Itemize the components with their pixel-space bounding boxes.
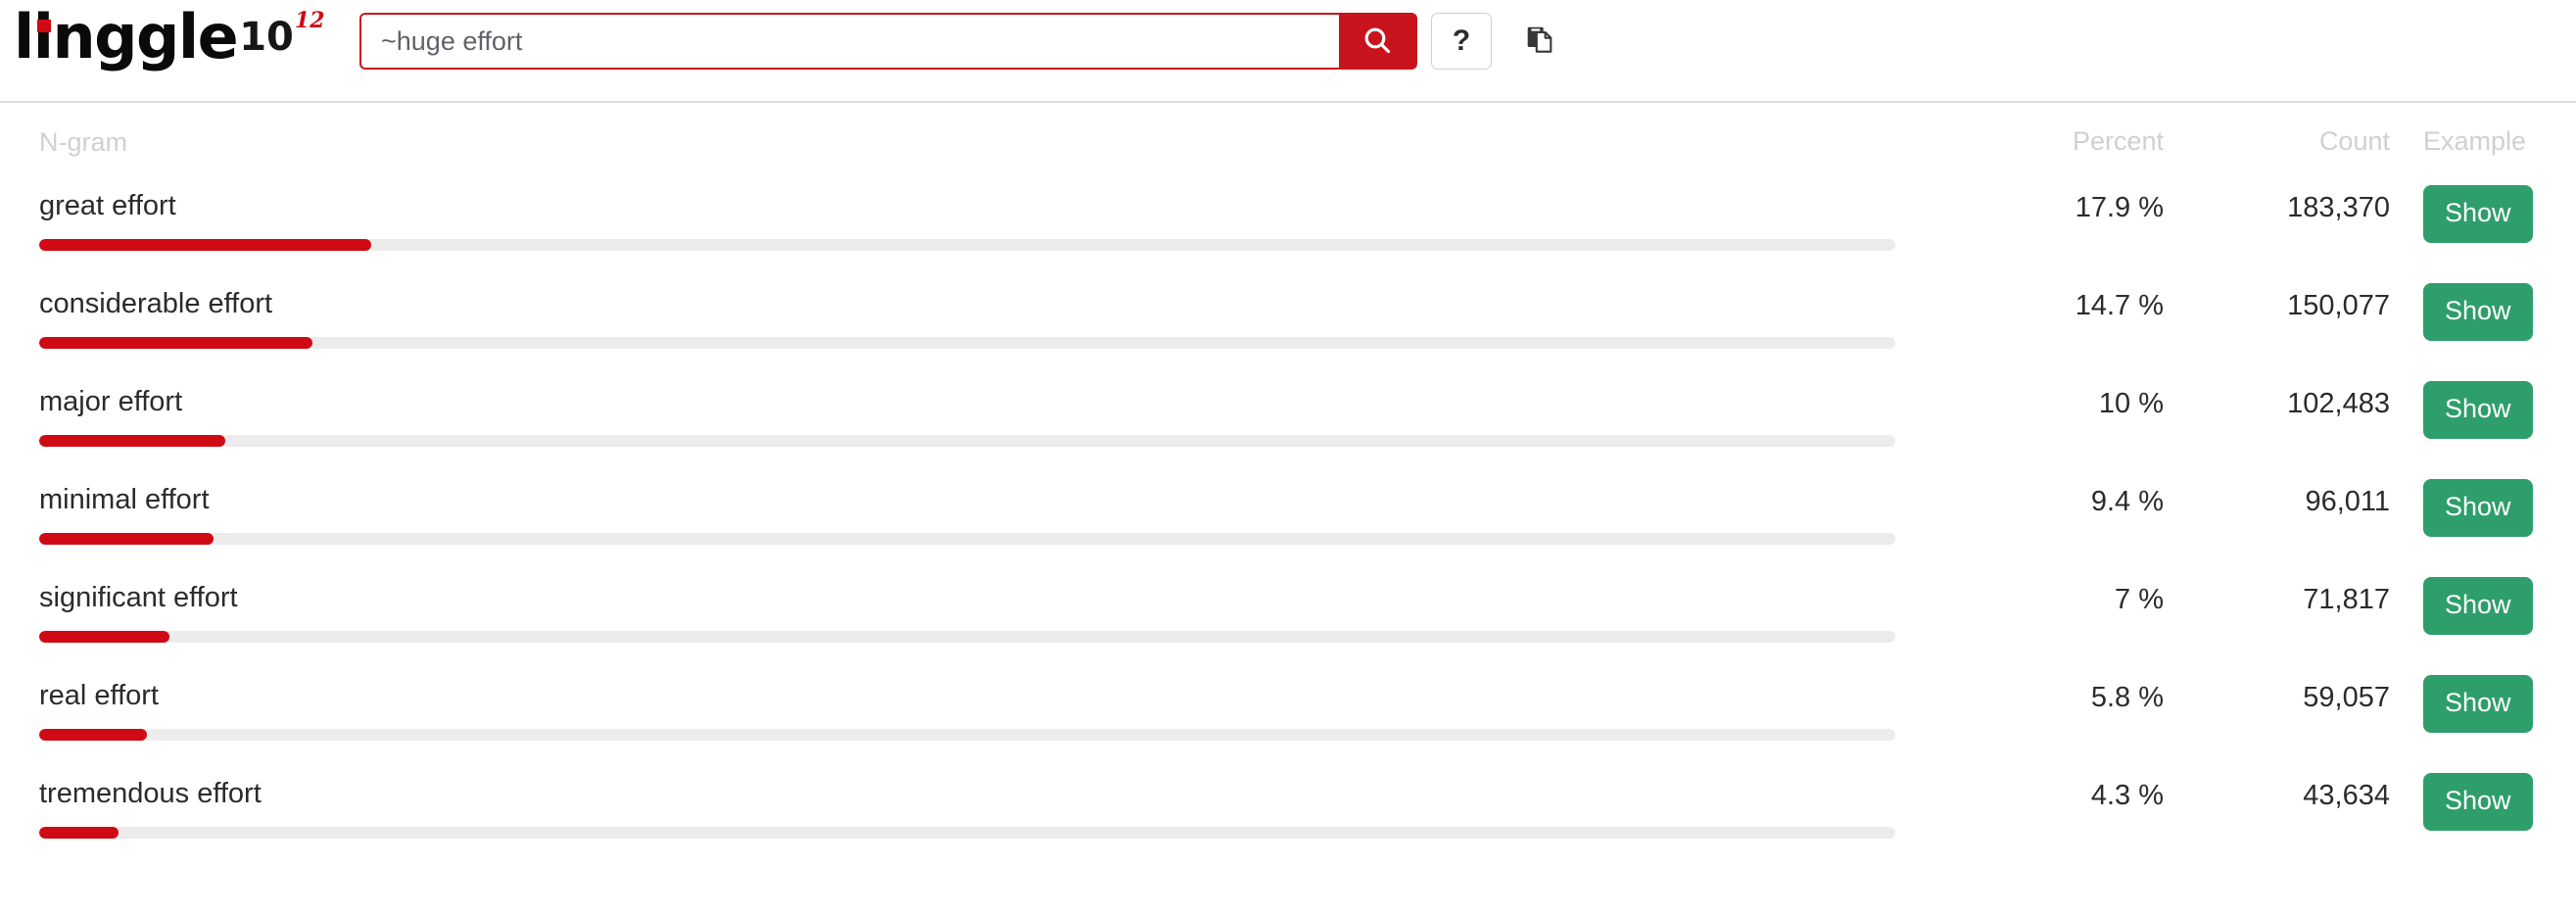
percent-bar-track: [39, 239, 1895, 251]
table-row: minimal effort 9.4 % 96,011 Show: [0, 473, 2576, 571]
copy-button[interactable]: [1513, 13, 1568, 70]
percent-bar-fill: [39, 337, 312, 349]
percent-value: 9.4 %: [2090, 486, 2164, 517]
count-value: 59,057: [2303, 682, 2390, 713]
search-input[interactable]: [359, 13, 1339, 70]
count-value: 96,011: [2305, 486, 2390, 517]
percent-bar-fill: [39, 729, 147, 741]
table-row: great effort 17.9 % 183,370 Show: [0, 179, 2576, 277]
table-row: real effort 5.8 % 59,057 Show: [0, 669, 2576, 767]
percent-bar-fill: [39, 239, 372, 251]
percent-value: 14.7 %: [2075, 290, 2164, 321]
column-header-example: Example: [2423, 125, 2527, 156]
percent-bar-fill: [39, 435, 225, 447]
percent-bar-track: [39, 337, 1895, 349]
show-example-button[interactable]: Show: [2423, 283, 2533, 341]
show-example-button[interactable]: Show: [2423, 577, 2533, 635]
show-example-button[interactable]: Show: [2423, 381, 2533, 439]
column-header-count: Count: [2318, 125, 2390, 156]
help-button[interactable]: ?: [1431, 13, 1492, 70]
percent-value: 10 %: [2098, 388, 2164, 419]
count-value: 71,817: [2303, 584, 2390, 615]
logo-red-dot-icon: [37, 20, 51, 32]
ngram-label: great effort: [39, 190, 176, 221]
percent-value: 4.3 %: [2090, 780, 2164, 811]
count-value: 102,483: [2287, 388, 2390, 419]
show-example-button[interactable]: Show: [2423, 479, 2533, 537]
ngram-label: considerable effort: [39, 288, 273, 319]
count-value: 43,634: [2303, 780, 2390, 811]
column-header-ngram: N-gram: [39, 126, 128, 157]
ngram-label: real effort: [39, 680, 159, 711]
logo-exponent-number: 12: [294, 8, 325, 33]
search-button[interactable]: [1339, 13, 1417, 70]
percent-bar-track: [39, 729, 1895, 741]
search-bar: ?: [359, 13, 1568, 70]
table-row: significant effort 7 % 71,817 Show: [0, 571, 2576, 669]
percent-bar-track: [39, 631, 1895, 643]
show-example-button[interactable]: Show: [2423, 773, 2533, 831]
count-value: 183,370: [2287, 192, 2390, 223]
count-value: 150,077: [2287, 290, 2390, 321]
table-header-row: N-gram Percent Count Example: [0, 103, 2576, 179]
linggle-logo[interactable]: linggle 10 12: [14, 4, 325, 71]
results-table: N-gram Percent Count Example great effor…: [0, 103, 2576, 865]
table-body: great effort 17.9 % 183,370 Show considerabl…: [0, 179, 2576, 865]
percent-bar-track: [39, 533, 1895, 545]
table-row: considerable effort 14.7 % 150,077 Show: [0, 277, 2576, 375]
percent-bar-fill: [39, 827, 119, 839]
percent-bar-track: [39, 435, 1895, 447]
ngram-label: tremendous effort: [39, 778, 262, 809]
percent-bar-track: [39, 827, 1895, 839]
show-example-button[interactable]: Show: [2423, 675, 2533, 733]
logo-text: linggle: [14, 1, 239, 72]
percent-bar-fill: [39, 631, 169, 643]
ngram-label: significant effort: [39, 582, 238, 613]
copy-icon: [1526, 24, 1555, 59]
app-header: linggle 10 12 ?: [0, 0, 2576, 103]
percent-value: 17.9 %: [2075, 192, 2164, 223]
table-row: major effort 10 % 102,483 Show: [0, 375, 2576, 473]
ngram-label: minimal effort: [39, 484, 210, 515]
table-row: tremendous effort 4.3 % 43,634 Show: [0, 767, 2576, 865]
logo-wordmark: linggle: [14, 1, 239, 72]
ngram-label: major effort: [39, 386, 183, 417]
search-icon: [1361, 24, 1393, 59]
show-example-button[interactable]: Show: [2423, 185, 2533, 243]
logo-base-number: 10: [239, 15, 294, 60]
column-header-percent: Percent: [2072, 125, 2164, 156]
percent-value: 5.8 %: [2090, 682, 2164, 713]
percent-bar-fill: [39, 533, 215, 545]
percent-value: 7 %: [2115, 584, 2164, 615]
